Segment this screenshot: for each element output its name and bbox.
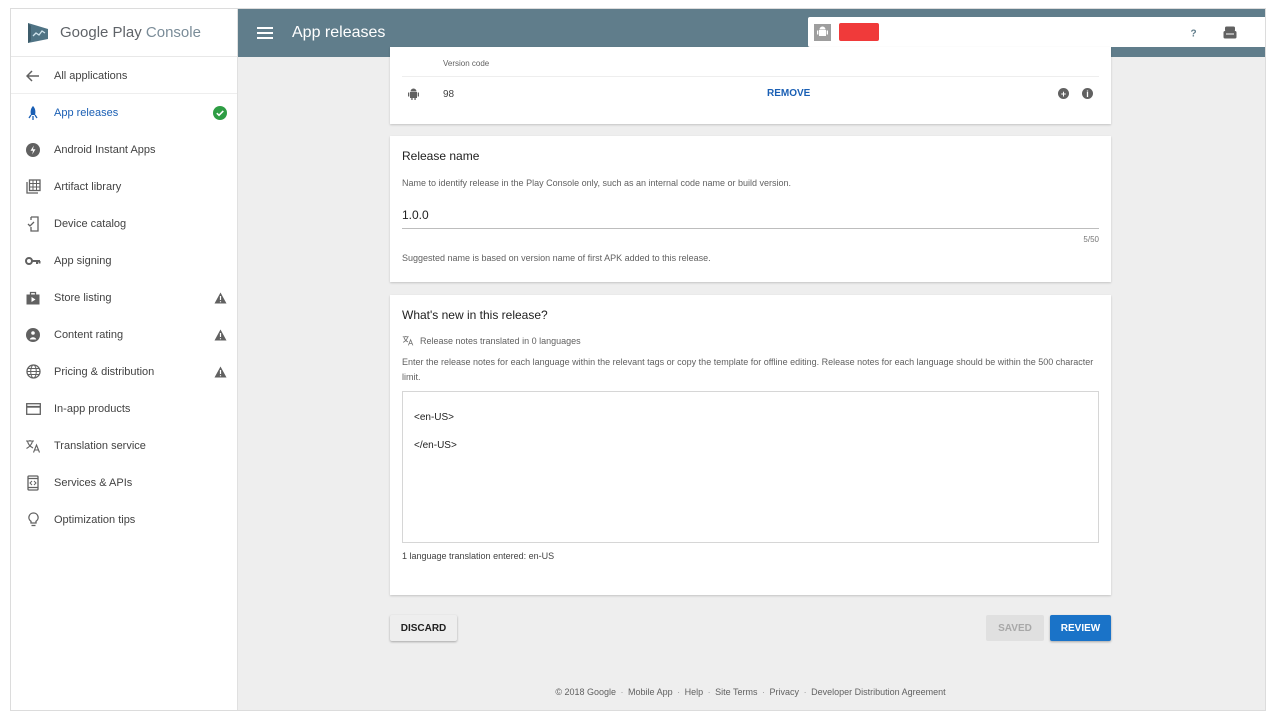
globe-icon xyxy=(25,364,41,380)
add-circle-icon[interactable]: + xyxy=(1058,88,1069,99)
whats-new-title: What's new in this release? xyxy=(402,308,548,322)
apk-row: 98 REMOVE + i xyxy=(390,84,1111,104)
info-circle-icon[interactable]: i xyxy=(1082,88,1093,99)
library-icon xyxy=(25,179,41,195)
warning-icon xyxy=(213,291,227,305)
sidebar-item-label: Store listing xyxy=(54,291,112,304)
brand-logo[interactable]: Google Play Console xyxy=(11,9,237,57)
warning-icon xyxy=(213,328,227,342)
device-icon xyxy=(25,215,41,232)
version-code-header: Version code xyxy=(443,59,490,68)
footer-link-dda[interactable]: Developer Distribution Agreement xyxy=(811,687,946,697)
sidebar-item-app-signing[interactable]: App signing xyxy=(11,242,237,279)
discard-button[interactable]: DISCARD xyxy=(390,615,457,641)
instant-apps-icon xyxy=(25,142,41,158)
sidebar-item-app-releases[interactable]: App releases xyxy=(11,94,237,131)
copyright: © 2018 Google xyxy=(555,687,617,697)
sidebar-item-device-catalog[interactable]: Device catalog xyxy=(11,205,237,242)
remove-apk-button[interactable]: REMOVE xyxy=(767,88,810,99)
sidebar-item-store-listing[interactable]: Store listing xyxy=(11,279,237,316)
sidebar-item-label: Content rating xyxy=(54,328,124,341)
footer-link-site-terms[interactable]: Site Terms xyxy=(715,687,757,697)
sidebar-item-android-instant-apps[interactable]: Android Instant Apps xyxy=(11,131,237,168)
shop-icon xyxy=(25,290,41,306)
version-code-value: 98 xyxy=(443,89,455,100)
key-icon xyxy=(25,253,41,269)
sidebar-item-label: Translation service xyxy=(54,439,146,452)
whats-new-card: What's new in this release? Release note… xyxy=(390,295,1111,595)
translation-status-text: Release notes translated in 0 languages xyxy=(420,335,581,346)
notifications-bell-icon[interactable] xyxy=(1150,22,1170,42)
char-counter: 5/50 xyxy=(1083,235,1099,244)
release-name-title: Release name xyxy=(402,149,480,163)
hamburger-menu-icon[interactable] xyxy=(257,27,273,39)
sidebar-item-pricing-distribution[interactable]: Pricing & distribution xyxy=(11,353,237,390)
sidebar-item-label: Device catalog xyxy=(54,217,127,230)
sidebar-item-label: App signing xyxy=(54,254,112,267)
arrow-back-icon xyxy=(25,68,41,84)
sidebar-item-label: Pricing & distribution xyxy=(54,365,155,378)
brand-console: Console xyxy=(145,24,201,41)
sidebar-item-content-rating[interactable]: Content rating xyxy=(11,316,237,353)
release-notes-textarea[interactable]: <en-US> </en-US> xyxy=(402,391,1099,543)
brand-name: Google Play Console xyxy=(60,24,201,41)
main-content: Version code 98 REMOVE + i Release name … xyxy=(238,47,1265,710)
api-icon xyxy=(25,474,41,491)
release-notes-description: Enter the release notes for each languag… xyxy=(402,357,1094,382)
sidebar: Google Play Console All applications App… xyxy=(11,9,238,710)
account-avatar[interactable] xyxy=(1217,19,1243,45)
translate-icon xyxy=(402,336,414,346)
brand-google-play: Google Play xyxy=(60,24,142,41)
warning-icon xyxy=(213,365,227,379)
sidebar-item-artifact-library[interactable]: Artifact library xyxy=(11,168,237,205)
footer-link-help[interactable]: Help xyxy=(685,687,704,697)
rating-icon xyxy=(25,327,41,343)
sidebar-item-label: App releases xyxy=(54,106,119,119)
sidebar-item-label: Android Instant Apps xyxy=(54,143,156,156)
account-icon xyxy=(1223,26,1237,38)
apk-card: Version code 98 REMOVE + i xyxy=(390,47,1111,124)
footer-link-mobile-app[interactable]: Mobile App xyxy=(628,687,673,697)
translate-icon xyxy=(25,438,41,454)
release-name-hint: Suggested name is based on version name … xyxy=(402,253,711,263)
page-title: App releases xyxy=(292,24,386,41)
app-name-redacted xyxy=(839,23,879,41)
language-count: 1 language translation entered: en-US xyxy=(402,551,555,561)
all-applications-label: All applications xyxy=(54,69,128,82)
sidebar-item-label: Services & APIs xyxy=(54,476,133,489)
release-name-input[interactable] xyxy=(402,201,1099,229)
play-console-logo-icon xyxy=(28,22,48,43)
svg-text:?: ? xyxy=(1190,28,1196,39)
divider xyxy=(402,76,1099,77)
help-icon[interactable]: ? xyxy=(1183,22,1203,42)
release-name-card: Release name Name to identify release in… xyxy=(390,136,1111,282)
release-name-description: Name to identify release in the Play Con… xyxy=(402,178,792,188)
all-applications-link[interactable]: All applications xyxy=(11,58,237,94)
review-button[interactable]: REVIEW xyxy=(1050,615,1111,641)
translation-status: Release notes translated in 0 languages xyxy=(402,335,581,346)
app-icon xyxy=(814,23,831,41)
saved-button[interactable]: SAVED xyxy=(986,615,1044,641)
sidebar-item-in-app-products[interactable]: In-app products xyxy=(11,390,237,427)
android-icon xyxy=(408,87,419,105)
lightbulb-icon xyxy=(25,512,41,528)
card-icon xyxy=(25,401,41,417)
footer: © 2018 Google · Mobile App · Help · Site… xyxy=(555,687,946,697)
sidebar-item-label: Optimization tips xyxy=(54,513,136,526)
sidebar-item-translation-service[interactable]: Translation service xyxy=(11,427,237,464)
sidebar-item-services-apis[interactable]: Services & APIs xyxy=(11,464,237,501)
footer-link-privacy[interactable]: Privacy xyxy=(770,687,800,697)
sidebar-item-optimization-tips[interactable]: Optimization tips xyxy=(11,501,237,538)
sidebar-item-label: Artifact library xyxy=(54,180,122,193)
check-circle-icon xyxy=(213,105,227,120)
sidebar-item-label: In-app products xyxy=(54,402,131,415)
app-window: Google Play Console All applications App… xyxy=(10,8,1266,711)
rocket-icon xyxy=(25,105,41,121)
